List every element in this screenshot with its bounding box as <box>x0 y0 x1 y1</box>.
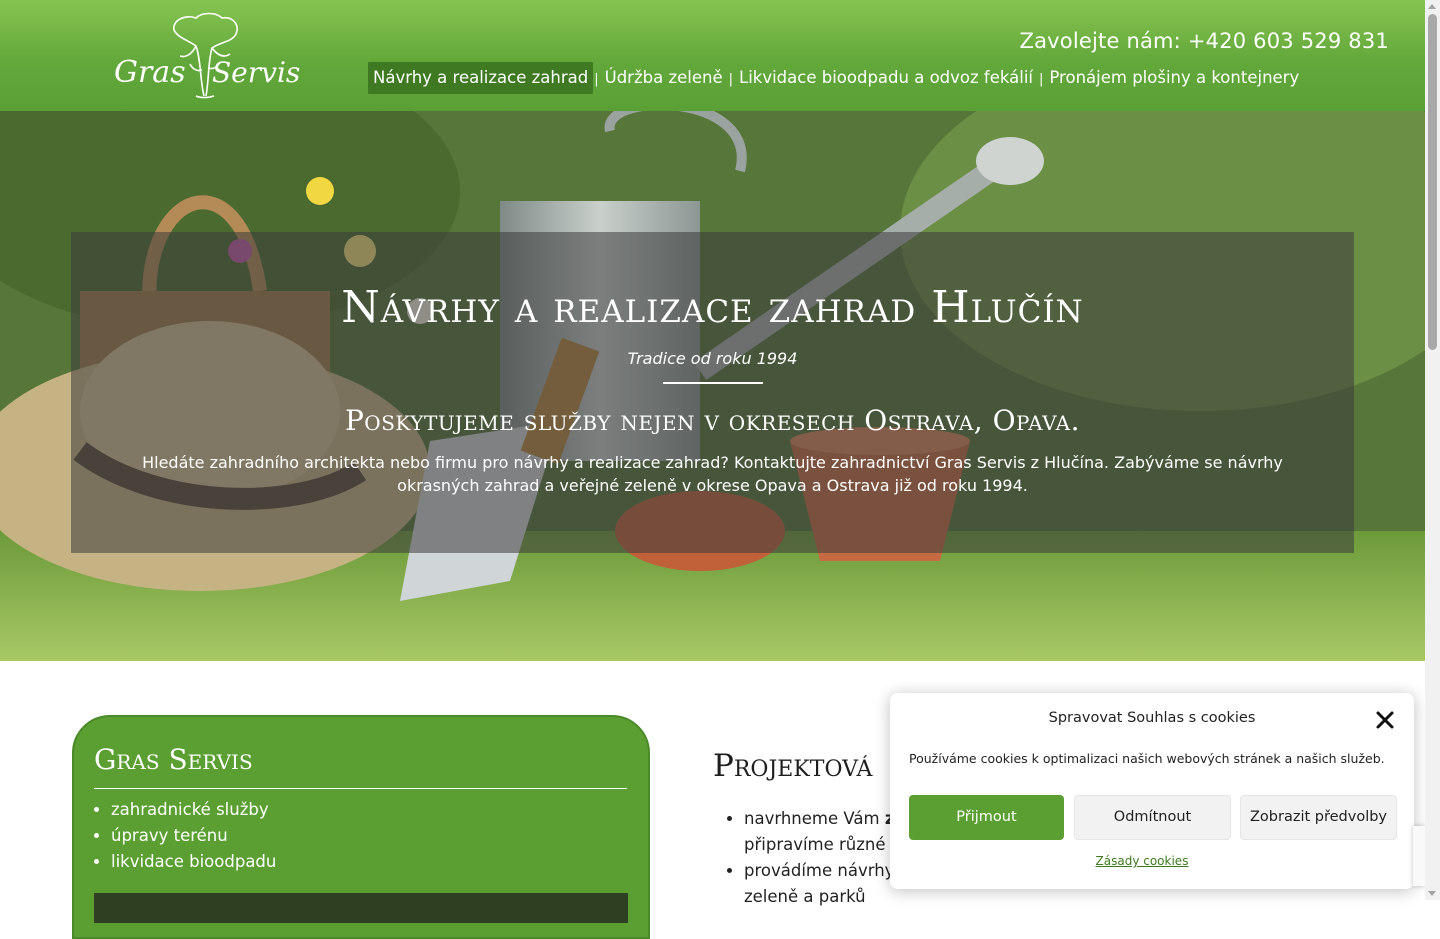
cookie-dialog-title: Spravovat Souhlas s cookies <box>1048 710 1256 726</box>
hero-banner: Návrhy a realizace zahrad Hlučín Tradice… <box>0 111 1425 661</box>
nav-separator: | <box>1039 72 1044 87</box>
logo-word-servis: Servis <box>212 56 300 89</box>
list-item: úpravy terénu <box>111 823 276 849</box>
accept-cookies-button[interactable]: Přijmout <box>909 795 1064 840</box>
list-item: zahradnické služby <box>111 797 276 823</box>
services-card: Gras Servis zahradnické služby úpravy te… <box>72 715 650 939</box>
deny-cookies-button[interactable]: Odmítnout <box>1074 795 1231 840</box>
scroll-up-arrow-icon[interactable] <box>1428 4 1436 9</box>
nav-separator: | <box>594 72 599 87</box>
nav-item-greenery-maintenance[interactable]: Údržba zeleně <box>600 62 728 94</box>
view-preferences-button[interactable]: Zobrazit předvolby <box>1240 795 1397 840</box>
cookie-consent-dialog: Spravovat Souhlas s cookies Používáme co… <box>890 693 1414 889</box>
list-item: likvidace bioodpadu <box>111 849 276 875</box>
hero-subtitle: Tradice od roku 1994 <box>627 349 798 368</box>
hero-overlay-box: Návrhy a realizace zahrad Hlučín Tradice… <box>71 232 1354 553</box>
card-title: Gras Servis <box>94 743 253 776</box>
recaptcha-badge[interactable] <box>1413 826 1425 886</box>
close-icon[interactable] <box>1374 709 1396 731</box>
cookie-dialog-text: Používáme cookies k optimalizaci našich … <box>909 751 1385 766</box>
nav-item-platform-rental[interactable]: Pronájem plošiny a kontejnery <box>1044 62 1304 94</box>
hero-heading: Poskytujeme služby nejen v okresech Ostr… <box>344 404 1081 437</box>
main-nav: Návrhy a realizace zahrad | Údržba zelen… <box>368 62 1304 94</box>
hero-divider <box>662 382 763 384</box>
page-scrollbar[interactable] <box>1425 0 1440 900</box>
gras-servis-logo[interactable]: Gras Servis <box>108 10 300 102</box>
nav-item-biowaste-disposal[interactable]: Likvidace bioodpadu a odvoz fekálií <box>734 62 1038 94</box>
card-divider <box>94 788 627 789</box>
logo-word-gras: Gras <box>114 55 186 90</box>
content-title: Projektová <box>713 748 873 784</box>
card-service-list: zahradnické služby úpravy terénu likvida… <box>94 797 276 875</box>
scroll-down-arrow-icon[interactable] <box>1428 891 1436 896</box>
site-header: Gras Servis Zavolejte nám: +420 603 529 … <box>0 0 1425 111</box>
nav-separator: | <box>728 72 733 87</box>
nav-item-garden-design[interactable]: Návrhy a realizace zahrad <box>368 62 594 94</box>
phone-number[interactable]: Zavolejte nám: +420 603 529 831 <box>1020 29 1390 53</box>
hero-title: Návrhy a realizace zahrad Hlučín <box>341 282 1084 333</box>
card-photo <box>94 893 628 923</box>
cookie-policy-link[interactable]: Zásady cookies <box>890 854 1394 868</box>
scrollbar-thumb[interactable] <box>1428 14 1437 350</box>
hero-description: Hledáte zahradního architekta nebo firmu… <box>142 453 1283 495</box>
